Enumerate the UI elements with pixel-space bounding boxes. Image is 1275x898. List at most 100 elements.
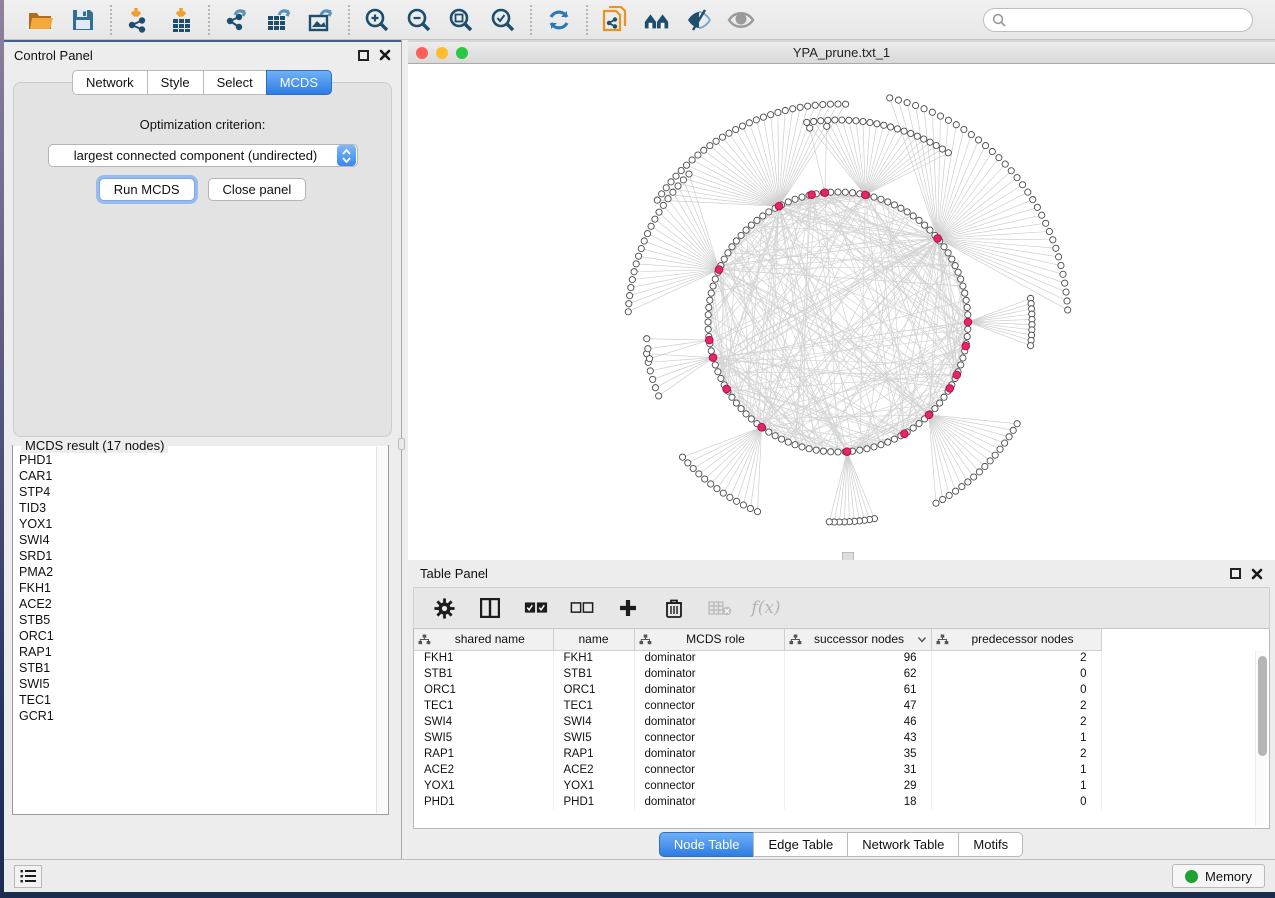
mcds-node-item[interactable]: YOX1 [19,516,375,532]
mcds-node-item[interactable]: GCR1 [19,708,375,724]
mcds-node-item[interactable]: STP4 [19,484,375,500]
tab-style[interactable]: Style [147,70,204,95]
main-toolbar [4,0,1275,40]
mcds-node-item[interactable]: SWI4 [19,532,375,548]
search-icon [992,13,1006,27]
mcds-node-item[interactable]: ACE2 [19,596,375,612]
zoom-fit-icon[interactable] [447,6,475,34]
table-scrollbar[interactable] [1255,651,1267,826]
delete-column-icon[interactable] [662,596,686,620]
show-column-icon[interactable] [478,596,502,620]
add-column-icon[interactable] [616,596,640,620]
tab-network-table[interactable]: Network Table [847,832,959,857]
splitter-handle[interactable] [398,438,405,450]
task-history-button[interactable] [14,865,42,888]
network-attr-icon [936,634,949,645]
table-row[interactable]: SWI5SWI5connector431 [414,730,1101,746]
cytoscape-window: Control Panel NetworkStyleSelectMCDS Opt… [4,0,1275,892]
network-view-window: YPA_prune.txt_1 [408,40,1275,560]
memory-status-icon [1185,870,1198,883]
table-row[interactable]: YOX1YOX1connector291 [414,778,1101,794]
zoom-in-icon[interactable] [363,6,391,34]
show-graphics-details-icon[interactable] [727,6,755,34]
network-window-titlebar[interactable]: YPA_prune.txt_1 [408,42,1275,64]
table-row[interactable]: TEC1TEC1connector472 [414,698,1101,714]
open-file-icon[interactable] [27,6,55,34]
mcds-node-item[interactable]: STB5 [19,612,375,628]
node-table[interactable]: shared namenameMCDS rolesuccessor nodesp… [414,629,1102,810]
share-network-icon[interactable] [601,6,629,34]
window-zoom-icon[interactable] [456,47,468,59]
table-row[interactable]: ORC1ORC1dominator610 [414,682,1101,698]
run-mcds-button[interactable]: Run MCDS [99,178,195,201]
select-stepper-icon [337,145,356,166]
table-row[interactable]: ACE2ACE2connector311 [414,762,1101,778]
column-header-predecessor-nodes[interactable]: predecessor nodes [931,629,1101,650]
memory-label: Memory [1205,869,1252,884]
apply-layout-icon[interactable] [545,6,573,34]
network-canvas[interactable] [408,64,1275,560]
optimization-criterion-select[interactable]: largest connected component (undirected) [48,144,358,167]
column-header-MCDS-role[interactable]: MCDS role [634,629,784,650]
column-header-name[interactable]: name [553,629,634,650]
zoom-out-icon[interactable] [405,6,433,34]
mcds-node-item[interactable]: SWI5 [19,676,375,692]
mcds-node-item[interactable]: TID3 [19,500,375,516]
network-attr-icon [639,634,652,645]
table-row[interactable]: SWI4SWI4dominator462 [414,714,1101,730]
tab-node-table[interactable]: Node Table [659,832,755,857]
unselect-all-columns-icon[interactable] [570,596,594,620]
window-close-icon[interactable] [416,47,428,59]
close-panel-button[interactable]: Close panel [208,178,307,201]
float-panel-icon[interactable] [358,50,369,61]
mcds-node-item[interactable]: TEC1 [19,692,375,708]
import-network-icon[interactable] [125,6,153,34]
memory-button[interactable]: Memory [1172,864,1265,888]
table-settings-gear-icon[interactable] [432,596,456,620]
mcds-node-item[interactable]: STB1 [19,660,375,676]
mcds-node-item[interactable]: ORC1 [19,628,375,644]
tab-network[interactable]: Network [72,70,148,95]
zoom-selected-icon[interactable] [489,6,517,34]
table-scrollbar-thumb[interactable] [1258,656,1267,756]
tab-mcds[interactable]: MCDS [266,70,332,95]
mcds-result-list[interactable]: PHD1CAR1STP4TID3YOX1SWI4SRD1PMA2FKH1ACE2… [19,452,375,812]
mcds-node-item[interactable]: CAR1 [19,468,375,484]
panel-splitter[interactable] [401,40,408,859]
import-table-icon[interactable] [167,6,195,34]
mcds-node-item[interactable]: PHD1 [19,452,375,468]
mcds-node-item[interactable]: RAP1 [19,644,375,660]
mcds-node-item[interactable]: SRD1 [19,548,375,564]
canvas-splitter-handle[interactable] [842,552,854,560]
column-header-shared-name[interactable]: shared name [414,629,553,650]
table-row[interactable]: PHD1PHD1dominator180 [414,794,1101,810]
search-field[interactable] [983,8,1253,32]
mcds-node-item[interactable]: PMA2 [19,564,375,580]
control-panel-titlebar: Control Panel [4,42,401,68]
tab-motifs[interactable]: Motifs [958,832,1023,857]
float-table-panel-icon[interactable] [1230,568,1241,579]
save-session-icon[interactable] [69,6,97,34]
window-minimize-icon[interactable] [436,47,448,59]
mcds-node-item[interactable]: FKH1 [19,580,375,596]
export-network-icon[interactable] [223,6,251,34]
network-graph[interactable] [408,64,1270,560]
close-table-panel-icon[interactable] [1251,568,1263,580]
table-row[interactable]: RAP1RAP1dominator352 [414,746,1101,762]
select-all-columns-icon[interactable] [524,596,548,620]
tab-select[interactable]: Select [203,70,267,95]
task-list-icon [20,869,37,883]
tab-edge-table[interactable]: Edge Table [753,832,848,857]
sort-chevron-icon [917,636,927,643]
table-panel: Table Panel [408,560,1275,859]
export-image-icon[interactable] [307,6,335,34]
table-row[interactable]: STB1STB1dominator620 [414,666,1101,682]
table-row[interactable]: FKH1FKH1dominator962 [414,650,1101,666]
first-neighbors-icon[interactable] [643,6,671,34]
search-input[interactable] [1011,13,1244,27]
mcds-list-scrollbar[interactable] [376,447,387,813]
column-header-successor-nodes[interactable]: successor nodes [784,629,931,650]
export-table-icon[interactable] [265,6,293,34]
hide-graphics-details-icon[interactable] [685,6,713,34]
close-panel-icon[interactable] [379,49,391,61]
